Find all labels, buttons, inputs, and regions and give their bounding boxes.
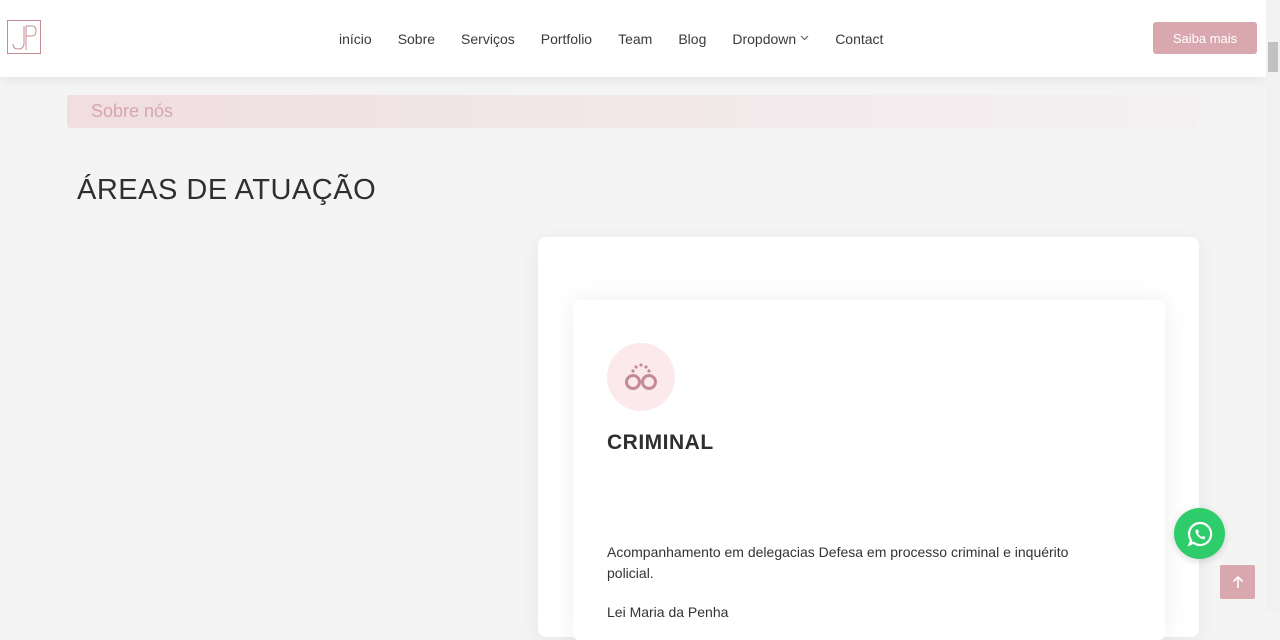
service-card-description: Acompanhamento em delegacias Defesa em p… [607, 544, 1069, 581]
service-icon-container [607, 343, 675, 411]
chevron-down-icon [800, 33, 809, 44]
section-title: ÁREAS DE ATUAÇÃO [77, 174, 377, 206]
header: início Sobre Serviços Portfolio Team Blo… [0, 0, 1266, 77]
scrollbar[interactable] [1266, 0, 1280, 612]
nav-item-team[interactable]: Team [618, 31, 652, 47]
breadcrumb-label: Sobre nós [91, 101, 174, 121]
back-to-top-button[interactable] [1220, 565, 1255, 599]
whatsapp-icon [1186, 521, 1212, 547]
nav-item-portfolio[interactable]: Portfolio [541, 31, 592, 47]
scrollbar-thumb[interactable] [1268, 42, 1278, 72]
nav-item-dropdown[interactable]: Dropdown [732, 31, 809, 47]
arrow-up-icon [1232, 575, 1243, 588]
saiba-mais-button[interactable]: Saiba mais [1153, 22, 1257, 54]
logo-mark-icon [12, 25, 37, 50]
nav-item-contact[interactable]: Contact [835, 31, 883, 47]
nav-item-sobre[interactable]: Sobre [398, 31, 435, 47]
service-card-title: CRIMINAL [607, 431, 714, 454]
main-nav: início Sobre Serviços Portfolio Team Blo… [339, 0, 909, 77]
whatsapp-button[interactable] [1174, 508, 1225, 559]
service-card-item: Lei Maria da Penha [607, 604, 729, 620]
nav-item-servicos[interactable]: Serviços [461, 31, 515, 47]
handcuffs-icon [625, 363, 657, 390]
nav-item-blog[interactable]: Blog [678, 31, 706, 47]
nav-item-dropdown-label: Dropdown [732, 30, 797, 47]
breadcrumb: Sobre nós [67, 95, 1199, 128]
logo[interactable] [7, 20, 41, 54]
nav-item-inicio[interactable]: início [339, 31, 372, 47]
